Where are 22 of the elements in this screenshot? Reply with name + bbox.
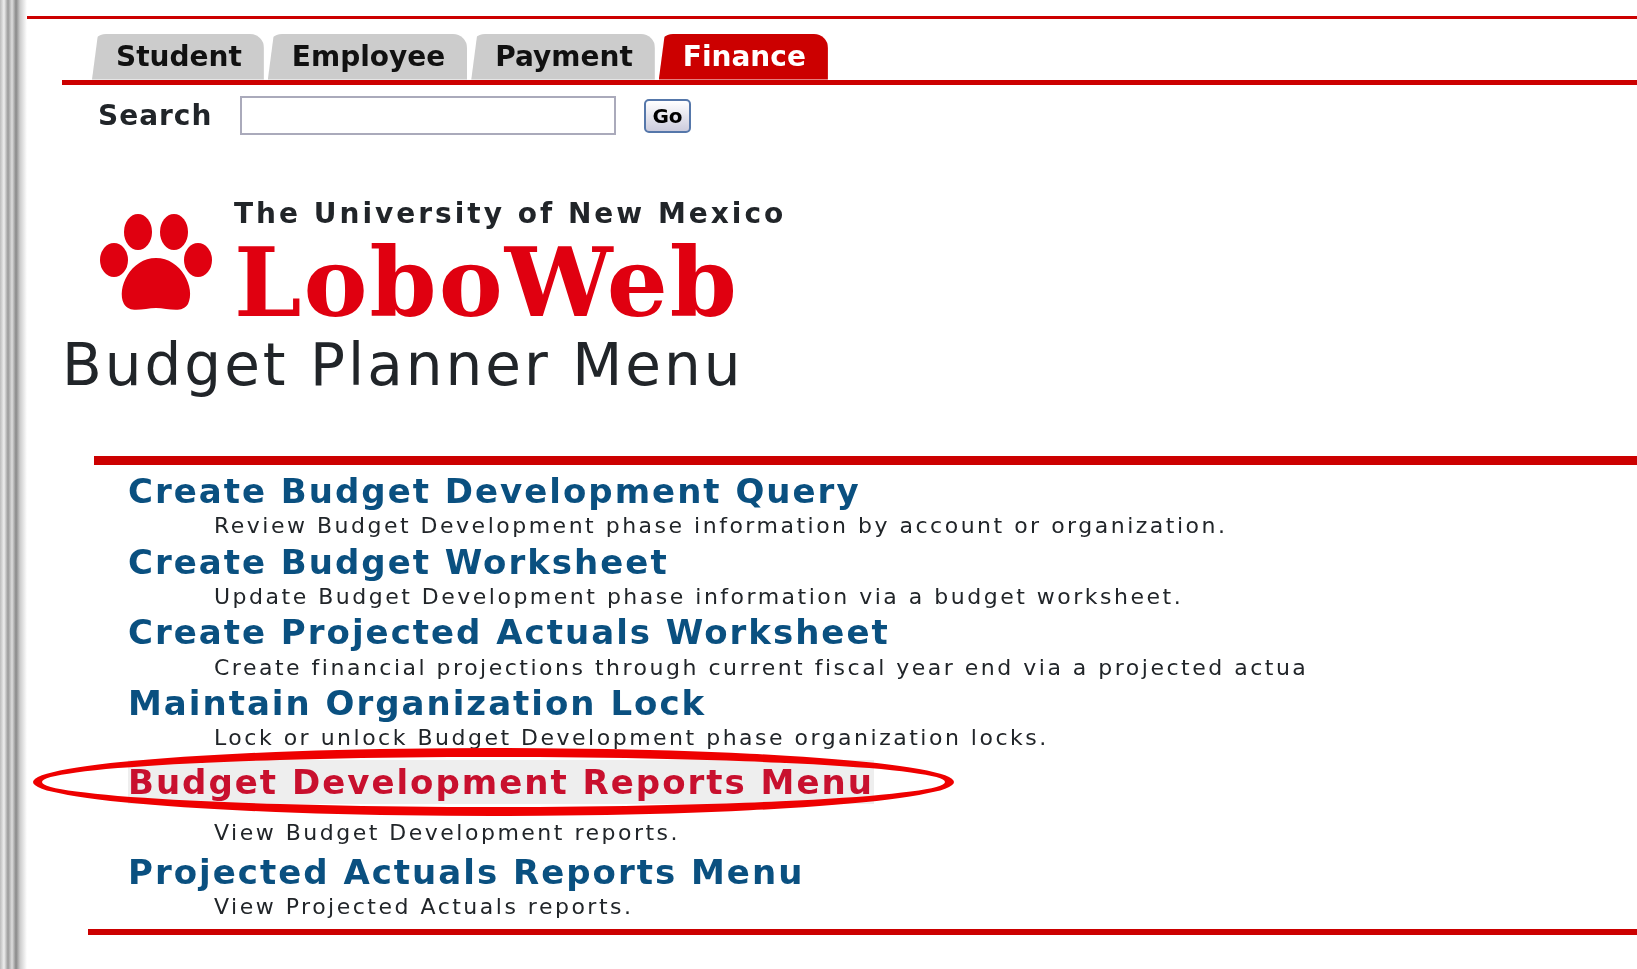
menu-description: Review Budget Development phase information by account or organization. [213,513,1229,540]
search-field[interactable] [240,96,617,136]
go-button[interactable]: Go [644,98,691,133]
university-name: The University of New Mexico [234,195,787,232]
menu-description: Create financial projections through current fiscal year end via a projected actua [213,654,1310,681]
page-heading: Budget Planner Menu [62,330,745,401]
menu-description: View Projected Actuals reports. [213,894,635,921]
menu-link[interactable]: Projected Actuals Reports Menu [128,850,805,895]
search-label: Search [98,97,213,134]
tab[interactable]: Finance [658,34,828,80]
tab[interactable]: Student [92,34,264,80]
menu-link[interactable]: Create Budget Worksheet [128,539,669,584]
menu-link[interactable]: Maintain Organization Lock [128,680,707,726]
tab[interactable]: Employee [267,34,468,80]
menu-description: Lock or unlock Budget Development phase organization locks. [213,725,1050,752]
menu-link[interactable]: Create Budget Development Query [128,469,861,514]
menu-description: View Budget Development reports. [213,819,682,847]
menu-link[interactable]: Create Projected Actuals Worksheet [128,610,890,655]
menu-link[interactable]: Budget Development Reports Menu [128,759,874,804]
menu-description: Update Budget Development phase information via a budget worksheet. [213,583,1185,611]
tab[interactable]: Payment [471,34,655,80]
logo-wordmark: LoboWeb [234,234,740,331]
